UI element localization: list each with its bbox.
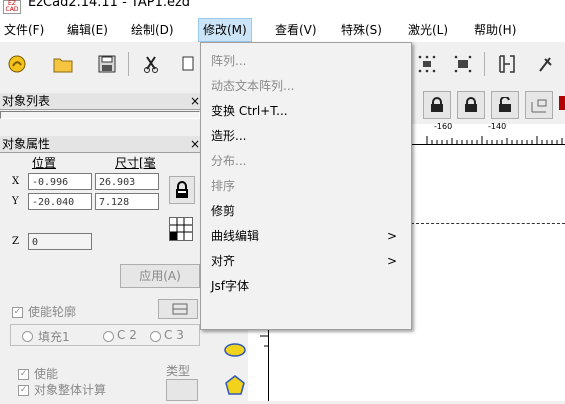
menu-item-distribute[interactable]: 分布... (211, 149, 246, 173)
menu-item-shape[interactable]: 造形... (211, 124, 246, 148)
c2-radio[interactable] (103, 331, 114, 342)
enable-contour-label: 使能轮廓 (28, 305, 77, 319)
polygon-tool-icon[interactable] (224, 374, 246, 399)
object-list-body[interactable] (0, 111, 200, 119)
menu-item-transform[interactable]: 变换 Ctrl+T... (211, 99, 288, 123)
menu-special[interactable]: 特殊(S) (337, 18, 386, 42)
lock-icon[interactable] (423, 91, 451, 119)
open-folder-icon[interactable] (48, 50, 78, 78)
object-props-title: 对象属性 (2, 137, 51, 151)
size-label: 尺寸[毫 (115, 156, 156, 170)
c2-label: C 2 (117, 328, 137, 342)
menu-item-sort[interactable]: 排序 (211, 174, 235, 198)
grid-dots-icon[interactable] (412, 50, 442, 78)
window-title: EzCad2.14.11 - TAP1.ezd (28, 0, 191, 10)
app-logo-icon: EZ CAD (3, 0, 21, 14)
lock-icon[interactable] (457, 91, 485, 119)
align-icon[interactable] (525, 91, 553, 119)
menu-item-align[interactable]: 对齐 (211, 249, 235, 273)
title-bar: EZ CAD EzCad2.14.11 - TAP1.ezd (0, 0, 565, 18)
object-props-header: 对象属性 × (0, 136, 202, 153)
menu-item-curve-edit[interactable]: 曲线编辑 (211, 224, 259, 248)
whole-calc-label: 对象整体计算 (34, 383, 107, 397)
close-icon[interactable]: × (190, 136, 200, 152)
whole-calc-checkbox[interactable]: ✓ (18, 385, 29, 396)
toolbar-separator (128, 52, 129, 76)
copy-icon[interactable] (170, 50, 200, 78)
menu-bar: 文件(F) 编辑(E) 绘制(D) 修改(M) 查看(V) 特殊(S) 激光(L… (0, 18, 565, 42)
enable-label: 使能 (34, 367, 59, 381)
unlock-icon[interactable] (491, 91, 519, 119)
toolbar-separator (484, 52, 485, 76)
apply-button[interactable]: 应用(A) (120, 264, 200, 288)
save-icon[interactable] (92, 50, 122, 78)
y-position-field[interactable]: -20.040 (28, 193, 92, 210)
menu-item-array[interactable]: 阵列... (211, 49, 246, 73)
lock-ratio-button[interactable] (169, 176, 195, 204)
menu-view[interactable]: 查看(V) (271, 18, 321, 42)
tool-icon[interactable] (530, 50, 560, 78)
y-label: Y (12, 196, 19, 207)
menu-item-trim[interactable]: 修剪 (211, 199, 235, 223)
x-label: X (12, 176, 20, 187)
menu-laser[interactable]: 激光(L) (404, 18, 452, 42)
object-list-title: 对象列表 (2, 94, 51, 108)
ellipse-tool-icon[interactable] (224, 342, 246, 361)
menu-file[interactable]: 文件(F) (0, 18, 48, 42)
cut-icon[interactable] (136, 50, 166, 78)
enable-checkbox[interactable]: ✓ (18, 369, 29, 380)
x-position-field[interactable]: -0.996 (28, 173, 92, 190)
letter-h-icon[interactable] (492, 50, 522, 78)
close-icon[interactable]: × (190, 93, 200, 109)
y-size-field[interactable]: 7.128 (95, 193, 159, 210)
c3-radio[interactable] (150, 331, 161, 342)
contour-settings-button[interactable] (158, 299, 198, 319)
fill1-label: 填充1 (38, 330, 70, 344)
ruler-label: -160 (434, 122, 453, 131)
grid-dots-icon[interactable] (448, 50, 478, 78)
menu-edit[interactable]: 编辑(E) (63, 18, 112, 42)
submenu-arrow-icon: > (387, 229, 398, 243)
modify-menu: 阵列... 动态文本阵列... 变换 Ctrl+T... 造形... 分布...… (200, 42, 412, 330)
z-label: Z (12, 236, 19, 247)
enable-contour-checkbox[interactable]: ✓ (12, 307, 23, 318)
menu-item-dynamic-text-array[interactable]: 动态文本阵列... (211, 74, 294, 98)
z-position-field[interactable]: 0 (28, 233, 92, 250)
c3-label: C 3 (164, 328, 184, 342)
type-label: 类型 (166, 364, 191, 378)
color-swatch[interactable] (559, 96, 565, 110)
menu-item-jsf-font[interactable]: Jsf字体 (211, 274, 249, 298)
left-dock: 对象列表 × 对象属性 × 位置 尺寸[毫 X -0.996 26.903 Y … (0, 86, 212, 401)
submenu-arrow-icon: > (387, 254, 398, 268)
x-size-field[interactable]: 26.903 (95, 173, 159, 190)
anchor-grid-icon[interactable] (169, 217, 193, 241)
type-select-button[interactable] (166, 379, 198, 401)
menu-modify[interactable]: 修改(M) (198, 18, 252, 42)
object-list-header: 对象列表 × (0, 93, 202, 110)
ruler-label: -140 (488, 122, 507, 131)
menu-draw[interactable]: 绘制(D) (127, 18, 178, 42)
position-label: 位置 (32, 156, 57, 170)
new-icon[interactable] (2, 50, 32, 78)
lock-icon (176, 181, 188, 198)
fill1-radio[interactable] (22, 331, 33, 342)
menu-help[interactable]: 帮助(H) (470, 18, 520, 42)
